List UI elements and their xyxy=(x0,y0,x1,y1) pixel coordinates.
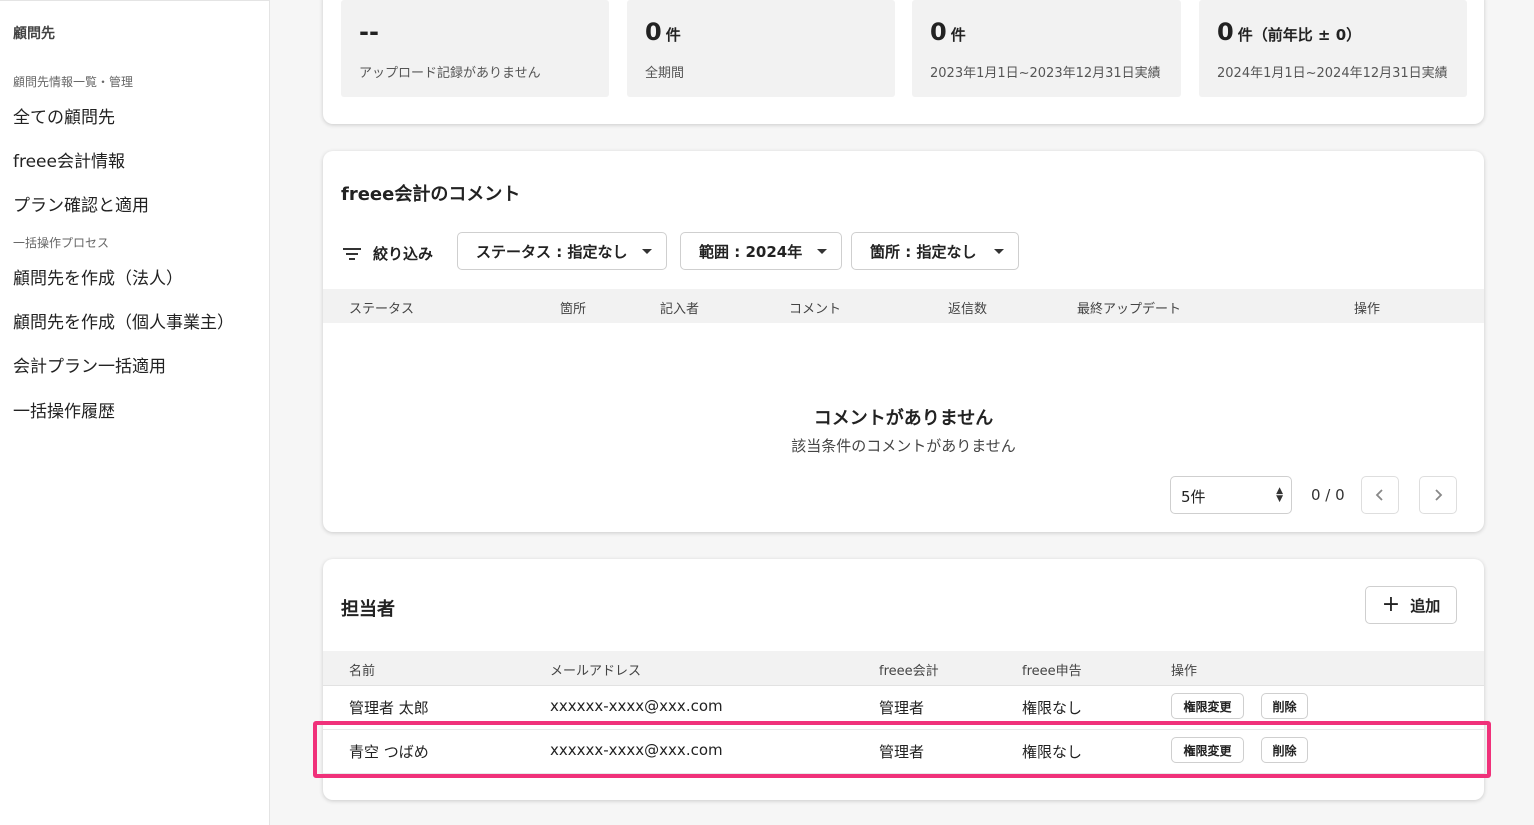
stat-2024: 0 件（前年比 ± 0） 2024年1月1日~2024年12月31日実績 xyxy=(1199,0,1467,97)
range-filter-dropdown[interactable]: 範囲 : 2024年 xyxy=(680,232,842,270)
sidebar-section-clients: 顧問先情報一覧・管理 xyxy=(13,75,134,89)
stats-card: -- アップロード記録がありません 0件 全期間 0件 2023年1月1日~20… xyxy=(323,0,1484,124)
column-header: 操作 xyxy=(1171,664,1198,679)
staff-table-header: 名前 メールアドレス freee会計 freee申告 操作 xyxy=(323,651,1484,686)
stat-upload: -- アップロード記録がありません xyxy=(341,0,609,97)
staff-name: 管理者 太郎 xyxy=(349,699,429,717)
column-header: ステータス xyxy=(349,302,415,317)
column-header: メールアドレス xyxy=(550,664,642,679)
prev-page-button[interactable] xyxy=(1361,476,1399,514)
column-header: freee会計 xyxy=(879,664,939,679)
delete-button[interactable]: 削除 xyxy=(1261,693,1308,719)
staff-name: 青空 つばめ xyxy=(349,743,429,761)
next-page-button[interactable] xyxy=(1419,476,1457,514)
filter-button[interactable]: 絞り込み xyxy=(343,243,433,264)
staff-tax-role: 権限なし xyxy=(1022,699,1083,717)
sidebar-item-bulk-history[interactable]: 一括操作履歴 xyxy=(13,397,115,422)
page-size-select[interactable]: 5件 ▲ ▼ xyxy=(1170,476,1292,514)
chevron-left-icon xyxy=(1375,489,1383,501)
stat-value: 0 件（前年比 ± 0） xyxy=(1217,18,1362,46)
range-filter-label: 範囲 : 2024年 xyxy=(699,242,803,261)
stat-label: 全期間 xyxy=(645,66,685,81)
column-header: 名前 xyxy=(349,664,376,679)
column-header: コメント xyxy=(789,302,842,317)
staff-email: xxxxxx-xxxx@xxx.com xyxy=(550,741,723,759)
stat-value: -- xyxy=(359,18,379,46)
staff-card: 担当者 + 追加 名前 メールアドレス freee会計 freee申告 操作 管… xyxy=(323,559,1484,800)
status-filter-dropdown[interactable]: ステータス : 指定なし xyxy=(457,232,667,270)
sidebar-item-plan[interactable]: プラン確認と適用 xyxy=(13,191,149,216)
sidebar-item-create-corp[interactable]: 顧問先を作成（法人） xyxy=(13,264,183,289)
chevron-down-icon xyxy=(642,249,652,254)
add-label: 追加 xyxy=(1410,596,1441,615)
change-permission-button[interactable]: 権限変更 xyxy=(1171,737,1244,763)
column-header: 最終アップデート xyxy=(1077,302,1182,317)
comments-title: freee会計のコメント xyxy=(341,184,521,205)
plus-icon: + xyxy=(1381,592,1401,617)
change-permission-button[interactable]: 権限変更 xyxy=(1171,693,1244,719)
column-header: 返信数 xyxy=(948,302,988,317)
staff-email: xxxxxx-xxxx@xxx.com xyxy=(550,697,723,715)
add-staff-button[interactable]: + 追加 xyxy=(1365,586,1457,624)
stat-all-period: 0件 全期間 xyxy=(627,0,895,97)
filter-label: 絞り込み xyxy=(373,245,434,263)
sidebar-section-bulk: 一括操作プロセス xyxy=(13,236,110,250)
location-filter-label: 箇所 : 指定なし xyxy=(870,242,977,261)
sidebar-item-all-clients[interactable]: 全ての顧問先 xyxy=(13,103,115,128)
chevron-down-icon xyxy=(817,249,827,254)
sidebar-item-create-individual[interactable]: 顧問先を作成（個人事業主） xyxy=(13,308,234,333)
empty-state-title: コメントがありません xyxy=(813,408,994,429)
table-row: 管理者 太郎 xxxxxx-xxxx@xxx.com 管理者 権限なし 権限変更… xyxy=(323,685,1484,730)
sidebar: 顧問先 顧問先情報一覧・管理 全ての顧問先 freee会計情報 プラン確認と適用… xyxy=(0,0,270,825)
chevron-down-icon xyxy=(994,249,1004,254)
column-header: freee申告 xyxy=(1022,664,1082,679)
column-header: 箇所 xyxy=(560,302,587,317)
status-filter-label: ステータス : 指定なし xyxy=(476,242,628,261)
chevron-right-icon xyxy=(1435,489,1443,501)
filter-icon xyxy=(343,247,361,260)
staff-accounting-role: 管理者 xyxy=(879,743,925,761)
comments-card: freee会計のコメント 絞り込み ステータス : 指定なし 範囲 : 2024… xyxy=(323,151,1484,532)
staff-tax-role: 権限なし xyxy=(1022,743,1083,761)
stat-2023: 0件 2023年1月1日~2023年12月31日実績 xyxy=(912,0,1181,97)
sidebar-item-freee-info[interactable]: freee会計情報 xyxy=(13,147,125,172)
delete-button[interactable]: 削除 xyxy=(1261,737,1308,763)
sidebar-title: 顧問先 xyxy=(13,26,55,42)
stat-label: アップロード記録がありません xyxy=(359,66,541,81)
page-info: 0 / 0 xyxy=(1311,486,1345,504)
empty-state-subtitle: 該当条件のコメントがありません xyxy=(791,437,1016,455)
page-size-value: 5件 xyxy=(1181,488,1206,506)
stat-label: 2024年1月1日~2024年12月31日実績 xyxy=(1217,66,1448,81)
column-header: 記入者 xyxy=(660,302,700,317)
stat-value: 0件 xyxy=(930,18,966,46)
comments-table-header: ステータス 箇所 記入者 コメント 返信数 最終アップデート 操作 xyxy=(323,289,1484,323)
staff-accounting-role: 管理者 xyxy=(879,699,925,717)
select-arrows-icon: ▲ ▼ xyxy=(1276,486,1283,504)
table-row: 青空 つばめ xxxxxx-xxxx@xxx.com 管理者 権限なし 権限変更… xyxy=(323,729,1484,774)
stat-value: 0件 xyxy=(645,18,681,46)
stat-label: 2023年1月1日~2023年12月31日実績 xyxy=(930,66,1161,81)
sidebar-item-bulk-plan[interactable]: 会計プラン一括適用 xyxy=(13,352,166,377)
column-header: 操作 xyxy=(1354,302,1381,317)
location-filter-dropdown[interactable]: 箇所 : 指定なし xyxy=(851,232,1019,270)
staff-title: 担当者 xyxy=(341,599,395,620)
